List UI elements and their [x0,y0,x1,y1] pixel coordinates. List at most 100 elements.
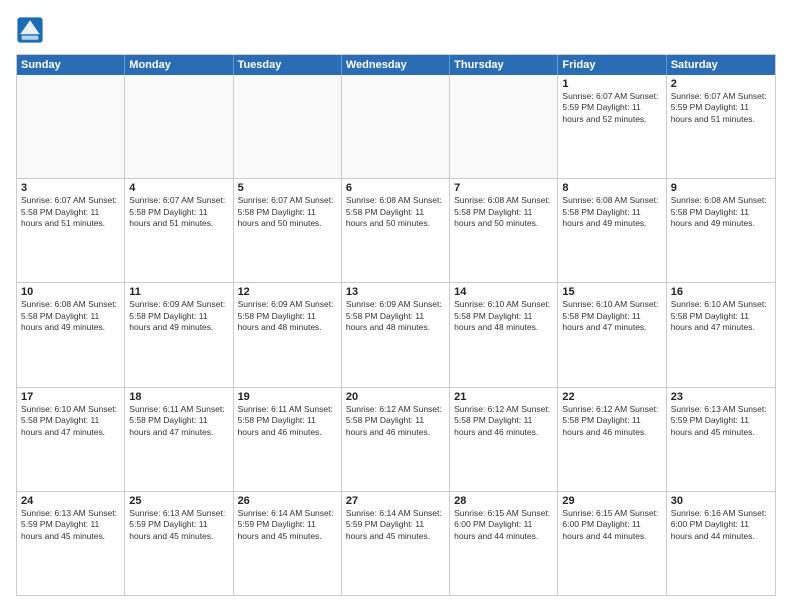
empty-cell [450,75,558,178]
day-cell-15: 15Sunrise: 6:10 AM Sunset: 5:58 PM Dayli… [558,283,666,386]
day-number: 7 [454,182,553,194]
calendar-body: 1Sunrise: 6:07 AM Sunset: 5:59 PM Daylig… [17,75,775,595]
day-cell-11: 11Sunrise: 6:09 AM Sunset: 5:58 PM Dayli… [125,283,233,386]
day-number: 18 [129,391,228,403]
day-number: 6 [346,182,445,194]
day-info: Sunrise: 6:07 AM Sunset: 5:58 PM Dayligh… [21,195,120,229]
day-info: Sunrise: 6:13 AM Sunset: 5:59 PM Dayligh… [129,508,228,542]
day-number: 16 [671,286,771,298]
day-cell-17: 17Sunrise: 6:10 AM Sunset: 5:58 PM Dayli… [17,388,125,491]
day-number: 25 [129,495,228,507]
day-cell-9: 9Sunrise: 6:08 AM Sunset: 5:58 PM Daylig… [667,179,775,282]
day-number: 15 [562,286,661,298]
header-friday: Friday [558,55,666,75]
day-info: Sunrise: 6:15 AM Sunset: 6:00 PM Dayligh… [562,508,661,542]
day-info: Sunrise: 6:07 AM Sunset: 5:58 PM Dayligh… [129,195,228,229]
day-number: 2 [671,78,771,90]
day-cell-21: 21Sunrise: 6:12 AM Sunset: 5:58 PM Dayli… [450,388,558,491]
day-info: Sunrise: 6:09 AM Sunset: 5:58 PM Dayligh… [346,299,445,333]
day-cell-20: 20Sunrise: 6:12 AM Sunset: 5:58 PM Dayli… [342,388,450,491]
day-number: 20 [346,391,445,403]
day-number: 19 [238,391,337,403]
day-number: 24 [21,495,120,507]
day-info: Sunrise: 6:07 AM Sunset: 5:59 PM Dayligh… [671,91,771,125]
logo-icon [16,16,44,44]
calendar-header: SundayMondayTuesdayWednesdayThursdayFrid… [17,55,775,75]
day-info: Sunrise: 6:10 AM Sunset: 5:58 PM Dayligh… [671,299,771,333]
day-number: 1 [562,78,661,90]
day-number: 4 [129,182,228,194]
empty-cell [342,75,450,178]
day-info: Sunrise: 6:08 AM Sunset: 5:58 PM Dayligh… [454,195,553,229]
day-number: 22 [562,391,661,403]
day-info: Sunrise: 6:10 AM Sunset: 5:58 PM Dayligh… [21,404,120,438]
day-info: Sunrise: 6:14 AM Sunset: 5:59 PM Dayligh… [346,508,445,542]
day-cell-4: 4Sunrise: 6:07 AM Sunset: 5:58 PM Daylig… [125,179,233,282]
day-cell-29: 29Sunrise: 6:15 AM Sunset: 6:00 PM Dayli… [558,492,666,595]
day-cell-19: 19Sunrise: 6:11 AM Sunset: 5:58 PM Dayli… [234,388,342,491]
day-number: 30 [671,495,771,507]
day-info: Sunrise: 6:13 AM Sunset: 5:59 PM Dayligh… [671,404,771,438]
header-saturday: Saturday [667,55,775,75]
day-cell-28: 28Sunrise: 6:15 AM Sunset: 6:00 PM Dayli… [450,492,558,595]
day-info: Sunrise: 6:08 AM Sunset: 5:58 PM Dayligh… [671,195,771,229]
day-cell-13: 13Sunrise: 6:09 AM Sunset: 5:58 PM Dayli… [342,283,450,386]
day-cell-14: 14Sunrise: 6:10 AM Sunset: 5:58 PM Dayli… [450,283,558,386]
week-row-1: 3Sunrise: 6:07 AM Sunset: 5:58 PM Daylig… [17,178,775,282]
day-info: Sunrise: 6:08 AM Sunset: 5:58 PM Dayligh… [21,299,120,333]
day-cell-8: 8Sunrise: 6:08 AM Sunset: 5:58 PM Daylig… [558,179,666,282]
day-number: 14 [454,286,553,298]
week-row-4: 24 Sunrise: 6:13 AM Sunset: 5:59 PM Dayli… [17,491,775,595]
header-wednesday: Wednesday [342,55,450,75]
day-cell-30: 30Sunrise: 6:16 AM Sunset: 6:00 PM Dayli… [667,492,775,595]
week-row-2: 10Sunrise: 6:08 AM Sunset: 5:58 PM Dayli… [17,282,775,386]
day-number: 17 [21,391,120,403]
day-number: 3 [21,182,120,194]
day-info: Sunrise: 6:07 AM Sunset: 5:59 PM Dayligh… [562,91,661,125]
day-cell-12: 12Sunrise: 6:09 AM Sunset: 5:58 PM Dayli… [234,283,342,386]
page-header [16,16,776,44]
day-number: 9 [671,182,771,194]
day-cell-23: 23Sunrise: 6:13 AM Sunset: 5:59 PM Dayli… [667,388,775,491]
day-number: 11 [129,286,228,298]
day-info: Sunrise: 6:09 AM Sunset: 5:58 PM Dayligh… [238,299,337,333]
day-info: Sunrise: 6:11 AM Sunset: 5:58 PM Dayligh… [129,404,228,438]
day-number: 5 [238,182,337,194]
day-info: Sunrise: 6:07 AM Sunset: 5:58 PM Dayligh… [238,195,337,229]
day-number: 10 [21,286,120,298]
day-info: Sunrise: 6:10 AM Sunset: 5:58 PM Dayligh… [454,299,553,333]
day-number: 27 [346,495,445,507]
day-info: Sunrise: 6:08 AM Sunset: 5:58 PM Dayligh… [562,195,661,229]
day-info: Sunrise: 6:16 AM Sunset: 6:00 PM Dayligh… [671,508,771,542]
calendar: SundayMondayTuesdayWednesdayThursdayFrid… [16,54,776,596]
day-number: 21 [454,391,553,403]
day-cell-22: 22Sunrise: 6:12 AM Sunset: 5:58 PM Dayli… [558,388,666,491]
day-cell-7: 7Sunrise: 6:08 AM Sunset: 5:58 PM Daylig… [450,179,558,282]
logo [16,16,48,44]
header-sunday: Sunday [17,55,125,75]
day-info: Sunrise: 6:12 AM Sunset: 5:58 PM Dayligh… [454,404,553,438]
week-row-3: 17Sunrise: 6:10 AM Sunset: 5:58 PM Dayli… [17,387,775,491]
day-info: Sunrise: 6:12 AM Sunset: 5:58 PM Dayligh… [562,404,661,438]
empty-cell [17,75,125,178]
day-number: 8 [562,182,661,194]
day-number: 12 [238,286,337,298]
day-cell-27: 27Sunrise: 6:14 AM Sunset: 5:59 PM Dayli… [342,492,450,595]
day-number: 26 [238,495,337,507]
day-cell-24: 24Sunrise: 6:13 AM Sunset: 5:59 PM Dayli… [17,492,125,595]
header-thursday: Thursday [450,55,558,75]
day-info: Sunrise: 6:09 AM Sunset: 5:58 PM Dayligh… [129,299,228,333]
day-number: 29 [562,495,661,507]
day-info: Sunrise: 6:12 AM Sunset: 5:58 PM Dayligh… [346,404,445,438]
day-cell-3: 3Sunrise: 6:07 AM Sunset: 5:58 PM Daylig… [17,179,125,282]
day-cell-25: 25Sunrise: 6:13 AM Sunset: 5:59 PM Dayli… [125,492,233,595]
empty-cell [125,75,233,178]
day-cell-16: 16Sunrise: 6:10 AM Sunset: 5:58 PM Dayli… [667,283,775,386]
header-tuesday: Tuesday [234,55,342,75]
day-info: Sunrise: 6:11 AM Sunset: 5:58 PM Dayligh… [238,404,337,438]
day-cell-1: 1Sunrise: 6:07 AM Sunset: 5:59 PM Daylig… [558,75,666,178]
empty-cell [234,75,342,178]
day-cell-6: 6Sunrise: 6:08 AM Sunset: 5:58 PM Daylig… [342,179,450,282]
day-cell-2: 2Sunrise: 6:07 AM Sunset: 5:59 PM Daylig… [667,75,775,178]
day-info: Sunrise: 6:14 AM Sunset: 5:59 PM Dayligh… [238,508,337,542]
